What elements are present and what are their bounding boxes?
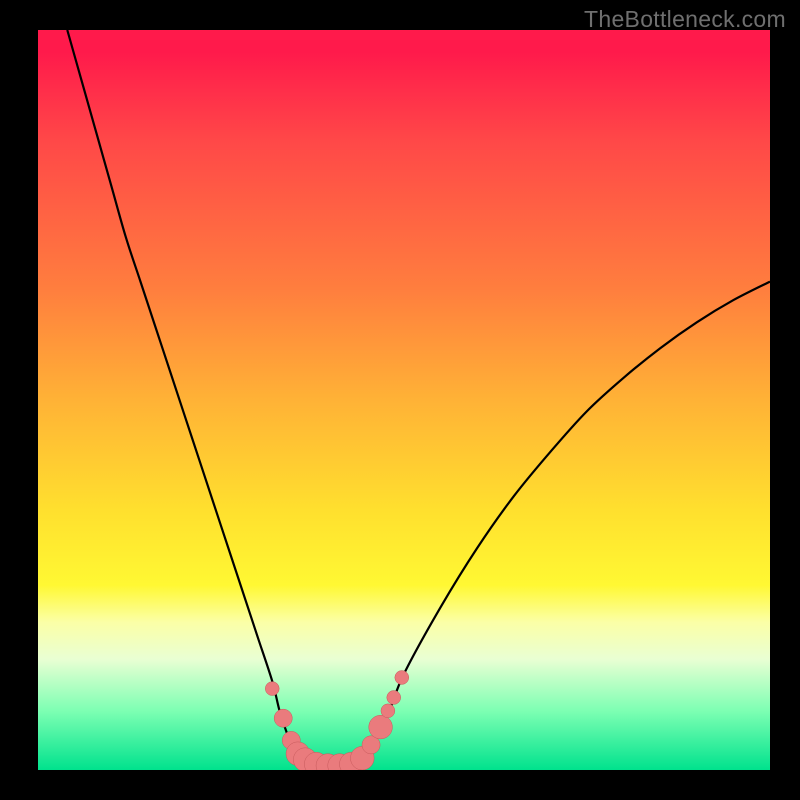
dots-right bbox=[350, 671, 408, 770]
dots-left bbox=[265, 682, 363, 770]
curve-right bbox=[360, 282, 770, 763]
dot-right-3 bbox=[381, 704, 395, 718]
dot-left-0 bbox=[265, 682, 279, 696]
dot-right-4 bbox=[387, 691, 401, 705]
dot-left-1 bbox=[274, 709, 292, 727]
dot-right-5 bbox=[395, 671, 409, 685]
dot-right-2 bbox=[369, 715, 393, 739]
plot-area bbox=[38, 30, 770, 770]
watermark-text: TheBottleneck.com bbox=[584, 6, 786, 33]
chart-svg bbox=[38, 30, 770, 770]
chart-stage: TheBottleneck.com bbox=[0, 0, 800, 800]
curve-left bbox=[67, 30, 301, 763]
